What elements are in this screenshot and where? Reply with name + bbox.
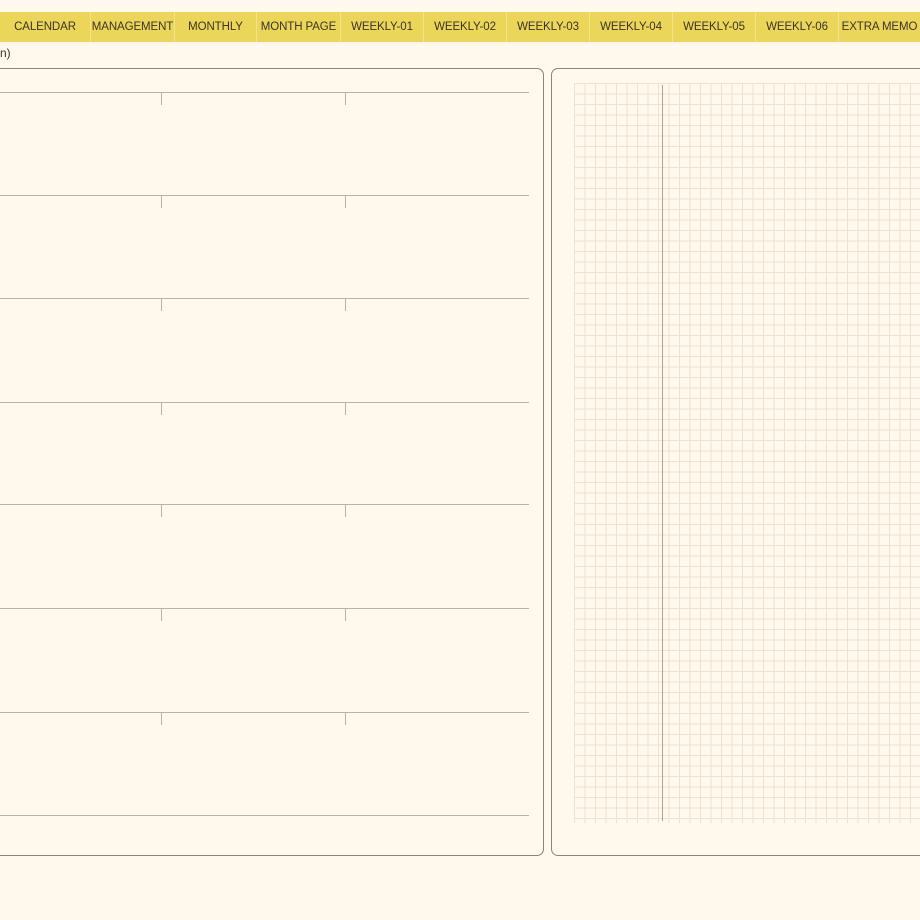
column-tick: [345, 504, 346, 517]
memo-divider: [662, 85, 663, 821]
memo-grid-panel: [551, 68, 920, 856]
column-tick: [345, 608, 346, 621]
column-tick: [161, 298, 162, 311]
tab-monthly[interactable]: MONTHLY: [174, 12, 256, 42]
row-divider: [0, 815, 529, 816]
column-tick: [161, 608, 162, 621]
tab-bar: CALENDAR MANAGEMENT MONTHLY MONTH PAGE W…: [0, 12, 920, 42]
column-tick: [345, 298, 346, 311]
tab-management[interactable]: MANAGEMENT: [90, 12, 174, 42]
row-divider: [0, 195, 529, 196]
tab-weekly-01[interactable]: WEEKLY-01: [340, 12, 423, 42]
weekly-schedule-panel: [0, 68, 544, 856]
row-divider: [0, 92, 529, 93]
row-divider: [0, 608, 529, 609]
row-divider: [0, 712, 529, 713]
column-tick: [161, 402, 162, 415]
column-tick: [345, 92, 346, 105]
breadcrumb: n): [0, 46, 11, 60]
row-divider: [0, 298, 529, 299]
column-tick: [161, 712, 162, 725]
row-divider: [0, 504, 529, 505]
memo-grid[interactable]: [574, 83, 920, 823]
column-tick: [345, 712, 346, 725]
tab-month-page[interactable]: MONTH PAGE: [256, 12, 340, 42]
tab-weekly-03[interactable]: WEEKLY-03: [506, 12, 589, 42]
tab-weekly-06[interactable]: WEEKLY-06: [755, 12, 838, 42]
column-tick: [161, 504, 162, 517]
tab-calendar[interactable]: CALENDAR: [0, 12, 90, 42]
tab-weekly-04[interactable]: WEEKLY-04: [589, 12, 672, 42]
tab-extra-memo[interactable]: EXTRA MEMO: [838, 12, 920, 42]
column-tick: [161, 92, 162, 105]
row-divider: [0, 402, 529, 403]
column-tick: [345, 195, 346, 208]
column-tick: [161, 195, 162, 208]
tab-weekly-02[interactable]: WEEKLY-02: [423, 12, 506, 42]
tab-weekly-05[interactable]: WEEKLY-05: [672, 12, 755, 42]
column-tick: [345, 402, 346, 415]
